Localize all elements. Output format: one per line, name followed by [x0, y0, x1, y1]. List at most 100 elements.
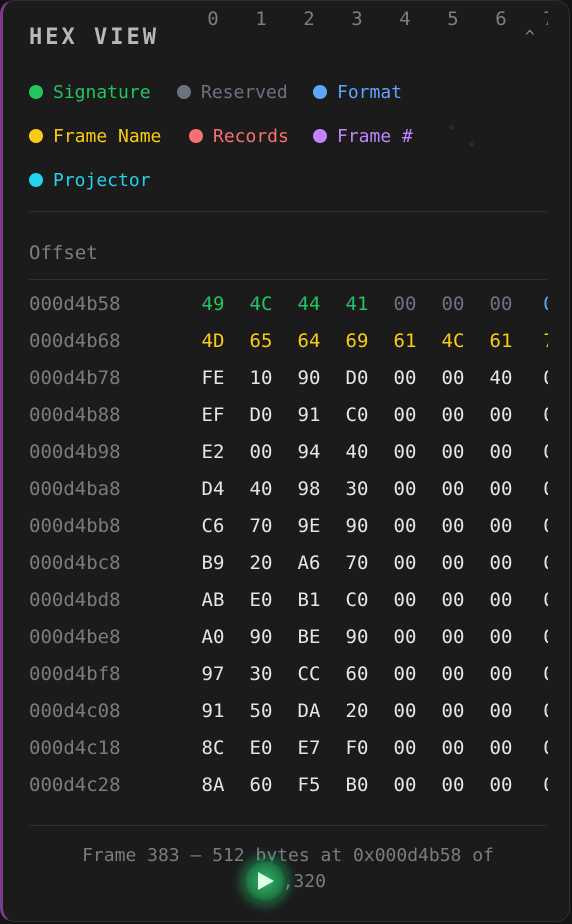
byte-cell[interactable]: 94	[289, 434, 329, 471]
byte-cell[interactable]: B9	[193, 545, 233, 582]
byte-cell[interactable]: 00	[385, 397, 425, 434]
byte-cell[interactable]: 00	[433, 582, 473, 619]
byte-cell[interactable]: 4C	[433, 323, 473, 360]
byte-cell[interactable]: 0	[529, 397, 548, 434]
byte-cell[interactable]: 90	[289, 360, 329, 397]
byte-cell[interactable]: EF	[193, 397, 233, 434]
byte-cell[interactable]: 9E	[289, 508, 329, 545]
byte-cell[interactable]: 0	[529, 471, 548, 508]
byte-cell[interactable]: 20	[337, 693, 377, 730]
byte-cell[interactable]: 44	[289, 286, 329, 323]
byte-cell[interactable]: 00	[481, 545, 521, 582]
byte-cell[interactable]: 60	[241, 767, 281, 804]
byte-cell[interactable]: D0	[241, 397, 281, 434]
byte-cell[interactable]: 0	[529, 619, 548, 656]
byte-cell[interactable]: 00	[385, 693, 425, 730]
byte-cell[interactable]: 00	[433, 619, 473, 656]
byte-cell[interactable]: 49	[193, 286, 233, 323]
byte-cell[interactable]: 00	[385, 508, 425, 545]
byte-cell[interactable]: 0	[529, 360, 548, 397]
byte-cell[interactable]: 00	[433, 767, 473, 804]
byte-cell[interactable]: 00	[385, 767, 425, 804]
byte-cell[interactable]: 0	[529, 508, 548, 545]
byte-cell[interactable]: 50	[241, 693, 281, 730]
byte-cell[interactable]: B1	[289, 582, 329, 619]
byte-cell[interactable]: BE	[289, 619, 329, 656]
byte-cell[interactable]: 0	[529, 582, 548, 619]
byte-cell[interactable]: 91	[193, 693, 233, 730]
byte-cell[interactable]: 40	[241, 471, 281, 508]
byte-cell[interactable]: 00	[433, 360, 473, 397]
byte-cell[interactable]: 00	[241, 434, 281, 471]
byte-cell[interactable]: 0	[529, 434, 548, 471]
byte-cell[interactable]: 00	[481, 471, 521, 508]
byte-cell[interactable]: E7	[289, 730, 329, 767]
byte-cell[interactable]: 90	[337, 508, 377, 545]
byte-cell[interactable]: 97	[193, 656, 233, 693]
byte-cell[interactable]: 90	[337, 619, 377, 656]
byte-cell[interactable]: 00	[433, 730, 473, 767]
byte-cell[interactable]: CC	[289, 656, 329, 693]
byte-cell[interactable]: 00	[385, 582, 425, 619]
byte-cell[interactable]: 00	[385, 545, 425, 582]
byte-cell[interactable]: 64	[289, 323, 329, 360]
byte-cell[interactable]: 91	[289, 397, 329, 434]
byte-cell[interactable]: 40	[337, 434, 377, 471]
byte-cell[interactable]: 0	[529, 656, 548, 693]
byte-cell[interactable]: AB	[193, 582, 233, 619]
byte-cell[interactable]: 00	[481, 508, 521, 545]
byte-cell[interactable]: 30	[241, 656, 281, 693]
byte-cell[interactable]: 0	[529, 767, 548, 804]
byte-cell[interactable]: 00	[433, 397, 473, 434]
byte-cell[interactable]: 00	[433, 286, 473, 323]
byte-cell[interactable]: 00	[433, 471, 473, 508]
byte-cell[interactable]: 00	[385, 286, 425, 323]
byte-cell[interactable]: 69	[337, 323, 377, 360]
byte-cell[interactable]: 41	[337, 286, 377, 323]
byte-cell[interactable]: 00	[481, 286, 521, 323]
byte-cell[interactable]: 7	[529, 323, 548, 360]
byte-cell[interactable]: 8A	[193, 767, 233, 804]
byte-cell[interactable]: 00	[481, 619, 521, 656]
byte-cell[interactable]: 00	[385, 656, 425, 693]
byte-cell[interactable]: 70	[241, 508, 281, 545]
byte-cell[interactable]: E0	[241, 582, 281, 619]
byte-cell[interactable]: E0	[241, 730, 281, 767]
byte-cell[interactable]: 0	[529, 545, 548, 582]
byte-cell[interactable]: 65	[241, 323, 281, 360]
byte-cell[interactable]: 70	[337, 545, 377, 582]
byte-cell[interactable]: 00	[433, 656, 473, 693]
byte-cell[interactable]: 4D	[193, 323, 233, 360]
byte-cell[interactable]: 0	[529, 286, 548, 323]
byte-cell[interactable]: 8C	[193, 730, 233, 767]
byte-cell[interactable]: 00	[481, 397, 521, 434]
byte-cell[interactable]: 61	[385, 323, 425, 360]
byte-cell[interactable]: 00	[481, 730, 521, 767]
byte-cell[interactable]: FE	[193, 360, 233, 397]
byte-cell[interactable]: A6	[289, 545, 329, 582]
byte-cell[interactable]: 00	[433, 693, 473, 730]
byte-cell[interactable]: 00	[481, 434, 521, 471]
byte-cell[interactable]: 00	[385, 360, 425, 397]
byte-cell[interactable]: DA	[289, 693, 329, 730]
byte-cell[interactable]: 20	[241, 545, 281, 582]
byte-cell[interactable]: 00	[385, 730, 425, 767]
byte-cell[interactable]: 00	[385, 434, 425, 471]
byte-cell[interactable]: 00	[481, 582, 521, 619]
byte-cell[interactable]: B0	[337, 767, 377, 804]
byte-cell[interactable]: F5	[289, 767, 329, 804]
byte-cell[interactable]: 00	[481, 767, 521, 804]
byte-cell[interactable]: 00	[481, 693, 521, 730]
byte-cell[interactable]: E2	[193, 434, 233, 471]
byte-cell[interactable]: 10	[241, 360, 281, 397]
byte-cell[interactable]: 98	[289, 471, 329, 508]
byte-cell[interactable]: 00	[385, 619, 425, 656]
byte-cell[interactable]: 00	[433, 545, 473, 582]
byte-cell[interactable]: 30	[337, 471, 377, 508]
byte-cell[interactable]: 00	[433, 508, 473, 545]
byte-cell[interactable]: 90	[241, 619, 281, 656]
byte-cell[interactable]: 4C	[241, 286, 281, 323]
byte-cell[interactable]: D4	[193, 471, 233, 508]
byte-cell[interactable]: 00	[385, 471, 425, 508]
byte-cell[interactable]: 00	[433, 434, 473, 471]
